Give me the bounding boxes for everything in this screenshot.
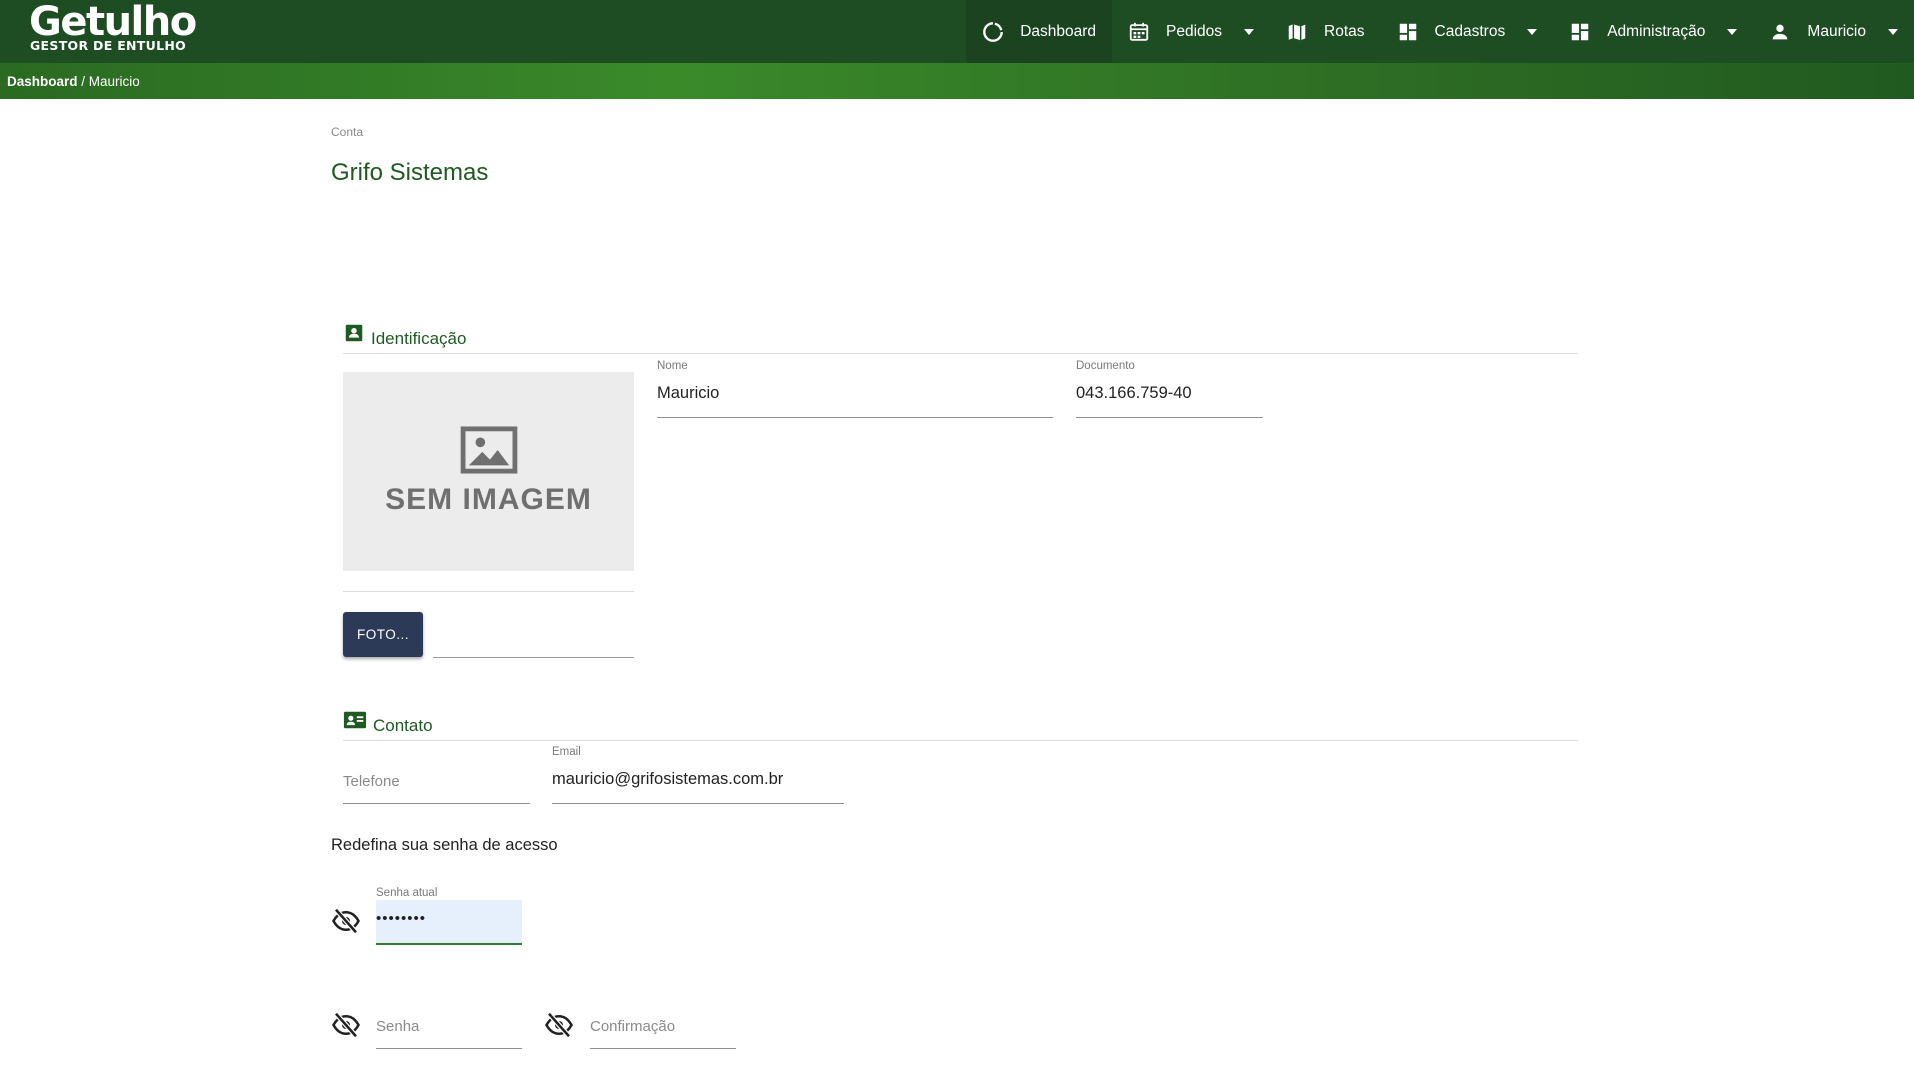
contact-card-icon xyxy=(343,709,367,731)
section-title: Contato xyxy=(373,716,433,735)
file-name-field[interactable] xyxy=(433,657,634,658)
nome-field[interactable]: Nome Mauricio xyxy=(657,360,1053,418)
nav-label: Rotas xyxy=(1324,22,1365,40)
nav-label: Dashboard xyxy=(1020,22,1097,40)
nav-menu: Dashboard Pedidos Rotas Cadastros Admini… xyxy=(966,0,1914,63)
top-navbar: Getulho GESTOR DE ENTULHO Dashboard Pedi… xyxy=(0,0,1914,63)
nav-label: Pedidos xyxy=(1166,22,1223,40)
senha-atual-value: •••••••• xyxy=(376,910,427,927)
senha-placeholder: Senha xyxy=(376,1018,420,1035)
page-label: Conta xyxy=(331,125,364,139)
chevron-down-icon xyxy=(1244,28,1255,35)
user-icon xyxy=(1769,21,1791,43)
senha-atual-field[interactable]: Senha atual •••••••• xyxy=(376,887,522,945)
confirmacao-placeholder: Confirmação xyxy=(590,1018,676,1035)
email-value: mauricio@grifosistemas.com.br xyxy=(552,770,784,788)
chevron-down-icon xyxy=(1888,28,1898,35)
id-card-icon xyxy=(343,322,365,344)
telefone-placeholder: Telefone xyxy=(343,773,400,790)
loading-circle-icon xyxy=(982,21,1004,43)
brand-subtitle: GESTOR DE ENTULHO xyxy=(30,38,187,53)
page-title: Grifo Sistemas xyxy=(331,159,489,186)
nav-item-pedidos[interactable]: Pedidos xyxy=(1112,0,1270,63)
nav-item-cadastros[interactable]: Cadastros xyxy=(1381,0,1554,63)
breadcrumb-root[interactable]: Dashboard xyxy=(7,74,78,89)
documento-value: 043.166.759-40 xyxy=(1076,384,1192,402)
senha-atual-label: Senha atual xyxy=(376,887,522,900)
nav-label: Administração xyxy=(1607,22,1706,40)
breadcrumb: Dashboard / Mauricio xyxy=(0,63,1914,99)
upload-photo-button[interactable]: FOTO... xyxy=(343,612,423,657)
photo-placeholder-text: SEM IMAGEM xyxy=(385,483,592,516)
eye-off-icon[interactable] xyxy=(331,906,361,936)
dashboard-grid-icon xyxy=(1569,21,1591,43)
nav-item-dashboard[interactable]: Dashboard xyxy=(966,0,1113,63)
dashboard-grid-icon xyxy=(1397,21,1419,43)
email-label: Email xyxy=(552,746,581,758)
nav-label: Cadastros xyxy=(1434,22,1506,40)
documento-label: Documento xyxy=(1076,360,1135,372)
nome-value: Mauricio xyxy=(657,384,720,402)
senha-field[interactable]: Senha xyxy=(376,992,522,1049)
divider xyxy=(343,591,634,592)
chevron-down-icon xyxy=(1527,28,1538,35)
breadcrumb-separator: / xyxy=(77,73,89,89)
brand-title: Getulho xyxy=(29,0,197,45)
confirmacao-field[interactable]: Confirmação xyxy=(590,992,736,1049)
section-title: Identificação xyxy=(371,329,467,348)
nome-label: Nome xyxy=(657,360,688,372)
nav-item-user[interactable]: Mauricio xyxy=(1753,0,1914,63)
telefone-field[interactable]: Telefone xyxy=(343,746,530,804)
password-heading: Redefina sua senha de acesso xyxy=(331,836,558,854)
documento-field[interactable]: Documento 043.166.759-40 xyxy=(1076,360,1263,418)
chevron-down-icon xyxy=(1727,28,1738,35)
section-contato: Contato xyxy=(343,711,1578,741)
brand-logo[interactable]: Getulho GESTOR DE ENTULHO xyxy=(29,0,197,53)
eye-off-icon[interactable] xyxy=(544,1010,574,1040)
photo-placeholder: SEM IMAGEM xyxy=(343,372,634,571)
email-field[interactable]: Email mauricio@grifosistemas.com.br xyxy=(552,746,844,804)
section-identificacao: Identificação xyxy=(343,324,1578,354)
nav-item-administracao[interactable]: Administração xyxy=(1553,0,1753,63)
breadcrumb-current: Mauricio xyxy=(88,73,140,89)
nav-item-rotas[interactable]: Rotas xyxy=(1270,0,1381,63)
calendar-icon xyxy=(1128,21,1150,43)
image-icon xyxy=(460,426,518,479)
nav-label: Mauricio xyxy=(1807,22,1866,40)
map-icon xyxy=(1286,21,1308,43)
eye-off-icon[interactable] xyxy=(331,1010,361,1040)
